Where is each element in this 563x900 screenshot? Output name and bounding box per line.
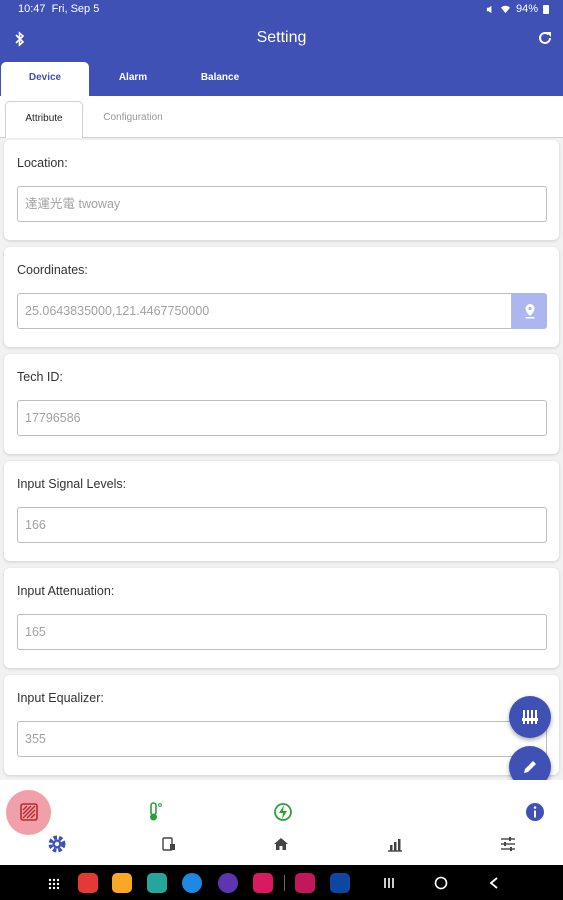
location-pin-button[interactable] [512,293,547,329]
sliders-icon[interactable] [496,832,520,856]
app-s-icon[interactable] [147,873,167,893]
device-icon[interactable] [157,832,181,856]
app-messages-icon[interactable] [182,873,202,893]
apps-grid-icon[interactable] [48,877,60,895]
tab-device[interactable]: Device [1,62,89,96]
input-equalizer-input[interactable]: 355 [17,721,547,757]
attribute-form[interactable]: Location: 達運光電 twoway Coordinates: 25.06… [0,138,563,780]
recents-icon[interactable] [382,876,396,895]
input-signal-levels-label: Input Signal Levels: [17,477,127,491]
tech-id-card: Tech ID: 17796586 [4,354,559,454]
input-equalizer-card: Input Equalizer: 355 [4,675,559,775]
tab-configuration[interactable]: Configuration [90,101,176,138]
input-equalizer-label: Input Equalizer: [17,691,104,705]
status-bar: 10:47 Fri, Sep 5 94% [0,0,563,20]
app-r-icon[interactable] [330,873,350,893]
input-attenuation-input[interactable]: 165 [17,614,547,650]
app-browser-icon[interactable] [218,873,238,893]
status-icons: 94% [486,3,549,15]
location-card: Location: 達運光電 twoway [4,140,559,240]
input-attenuation-card: Input Attenuation: 165 [4,568,559,668]
map-pin-icon [525,304,534,319]
input-signal-levels-input[interactable]: 166 [17,507,547,543]
thermometer-icon[interactable] [143,800,167,824]
bottom-nav [0,780,563,865]
location-input[interactable]: 達運光電 twoway [17,186,547,222]
dock-divider [284,875,285,891]
adjust-fab[interactable] [509,696,551,738]
input-attenuation-label: Input Attenuation: [17,584,115,598]
home-button-icon[interactable] [434,876,448,895]
input-signal-levels-card: Input Signal Levels: 166 [4,461,559,561]
home-icon[interactable] [269,832,293,856]
page-title: Setting [256,29,307,46]
location-label: Location: [17,156,68,170]
mute-icon [486,5,492,13]
status-time: 10:47 Fri, Sep 5 [18,3,100,15]
power-icon[interactable] [271,800,295,824]
signal-icon[interactable] [17,800,41,824]
coordinates-input[interactable]: 25.0643835000,121.4467750000 [17,293,512,329]
system-nav-bar [0,865,563,900]
app-folder-icon[interactable] [112,873,132,893]
refresh-icon[interactable] [537,30,553,51]
tech-id-label: Tech ID: [17,370,63,384]
sub-tabs: Attribute Configuration [0,96,563,139]
settings-icon[interactable] [45,832,69,856]
info-icon[interactable] [523,800,547,824]
battery-icon [543,5,549,14]
tab-attribute[interactable]: Attribute [5,101,83,139]
back-icon[interactable] [488,876,500,895]
pencil-icon [524,761,536,773]
app-flipboard-icon[interactable] [78,873,98,893]
equalizer-icon [522,710,538,724]
tab-balance[interactable]: Balance [176,62,264,96]
app-bar: Setting [0,20,563,62]
top-tabs: Device Alarm Balance [0,62,563,96]
coordinates-label: Coordinates: [17,263,88,277]
app-video-icon[interactable] [253,873,273,893]
wifi-icon [500,5,510,13]
tab-alarm[interactable]: Alarm [89,62,177,96]
app-flower-icon[interactable] [295,873,315,893]
battery-level: 94% [515,3,538,15]
chart-icon[interactable] [383,832,407,856]
tech-id-input[interactable]: 17796586 [17,400,547,436]
coordinates-card: Coordinates: 25.0643835000,121.446775000… [4,247,559,347]
